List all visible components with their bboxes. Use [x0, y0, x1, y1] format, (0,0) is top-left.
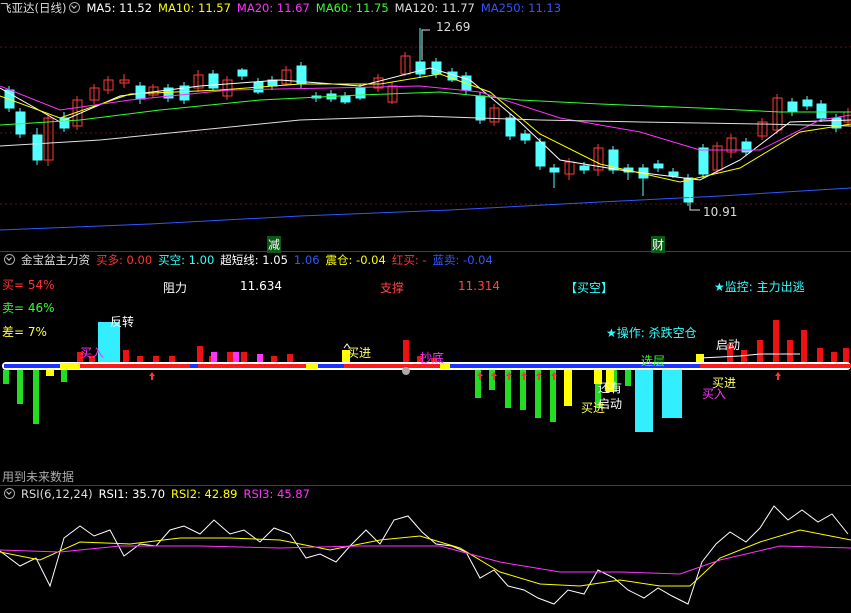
candle-body: [683, 177, 694, 203]
positive-bar: [271, 356, 277, 362]
center-band-red: [700, 364, 851, 368]
positive-bar: [153, 356, 159, 362]
annotation-buy-2: 买进: [581, 401, 606, 415]
candle-body: [355, 87, 366, 99]
trend-line: [699, 353, 800, 359]
negative-bar: [17, 370, 23, 404]
positive-bar: [169, 356, 175, 362]
center-band-red: [198, 364, 306, 368]
positive-bar: [787, 340, 793, 362]
price-panel[interactable]: 飞亚达(日线) MA5: 11.52 MA10: 11.57 MA20: 11.67 M…: [0, 0, 851, 253]
candle-body: [549, 167, 560, 173]
candle-body: [475, 95, 486, 121]
support-label: 支撑: [380, 281, 405, 295]
capital-flow-panel[interactable]: 金宝盆主力资 买多: 0.00 买空: 1.00 超短线: 1.05 1.06 震仓: -…: [0, 252, 851, 486]
candle-body: [59, 117, 70, 129]
annotation-buy-in-2: 买入: [702, 387, 727, 401]
candle-body: [653, 163, 664, 169]
candle-body: [340, 95, 351, 103]
annotation-buy-in: 买入: [80, 346, 105, 360]
sell-ratio: 卖= 46%: [2, 301, 55, 315]
center-band-yellow: [306, 363, 318, 369]
positive-bar: [831, 352, 837, 362]
rsi3-line: [0, 545, 851, 575]
positive-bar: [801, 330, 807, 362]
positive-bar: [241, 352, 247, 362]
resistance-value: 11.634: [240, 279, 282, 293]
candle-body: [535, 141, 546, 167]
up-arrow-icon: [775, 372, 781, 380]
negative-bar: [625, 370, 631, 386]
ma60-line: [0, 91, 851, 126]
positive-bar: [197, 346, 203, 362]
negative-bar: [3, 370, 9, 384]
positive-bar: [843, 348, 849, 362]
low-price-label: 10.91: [703, 205, 738, 219]
future-data-note: 用到未来数据: [2, 470, 75, 484]
negative-bar: [33, 370, 39, 424]
center-band-red: [78, 364, 190, 368]
candle-body: [787, 101, 798, 113]
positive-bar: [403, 340, 409, 362]
magenta-bar: [257, 354, 263, 362]
up-arrow-icon: [149, 372, 155, 380]
yellow-bar: [46, 370, 54, 376]
candle-body: [415, 61, 426, 75]
rsi2-line: [0, 529, 851, 587]
high-price-label: 12.69: [436, 20, 471, 34]
center-band-yellow: [60, 363, 80, 369]
resistance-label: 阻力: [163, 281, 188, 295]
negative-bar: [61, 370, 67, 382]
candle-body: [802, 99, 813, 107]
ma20-line: [0, 85, 851, 151]
candle-body: [668, 171, 679, 177]
candle-body: [237, 69, 248, 77]
diff-ratio: 差= 7%: [2, 325, 47, 339]
annotation-select: 选层: [641, 354, 666, 368]
magenta-bar: [211, 352, 217, 362]
yellow-bar: [564, 370, 572, 406]
rsi-chart[interactable]: [0, 486, 851, 613]
high-pointer: [421, 29, 430, 60]
ma10-line: [0, 73, 851, 183]
positive-bar: [773, 320, 779, 362]
annotation-buy: 买进: [347, 346, 372, 360]
annotation-still: 还有: [598, 381, 623, 395]
annotation-bottom: 抄底: [420, 351, 445, 365]
monitor-label: ★监控: 主力出逃: [714, 280, 805, 294]
positive-bar: [817, 348, 823, 362]
support-value: 11.314: [458, 279, 500, 293]
positive-bar: [287, 354, 293, 362]
ma120-line: [0, 115, 851, 147]
candle-body: [208, 73, 219, 89]
candle-body: [15, 111, 26, 135]
candle-body: [431, 61, 442, 75]
annotation-start-2: 启动: [716, 338, 741, 352]
candle-body: [135, 85, 146, 100]
cyan-bar: [662, 370, 682, 418]
positive-bar: [227, 352, 233, 362]
positive-bar: [123, 350, 129, 362]
positive-bar: [757, 340, 763, 362]
rsi-panel[interactable]: RSI(6,12,24) RSI1: 35.70 RSI2: 42.89 RSI3: …: [0, 486, 851, 613]
cyan-bar: [635, 370, 653, 432]
buy-ratio: 买= 54%: [2, 278, 55, 292]
positive-bar: [137, 356, 143, 362]
operation-label: ★操作: 杀跌空仓: [606, 326, 697, 340]
candle-body: [32, 134, 43, 161]
rsi1-line: [0, 505, 849, 605]
status-label: 【买空】: [565, 281, 614, 295]
annotation-reverse: 反转: [110, 315, 135, 329]
candle-body: [520, 133, 531, 141]
candle-body: [816, 103, 827, 119]
ma5-line: [0, 67, 851, 181]
candle-body: [579, 165, 590, 171]
candle-body: [505, 117, 516, 137]
magenta-bar: [233, 352, 239, 362]
candle-body: [698, 147, 709, 175]
band-dot: [402, 367, 410, 375]
